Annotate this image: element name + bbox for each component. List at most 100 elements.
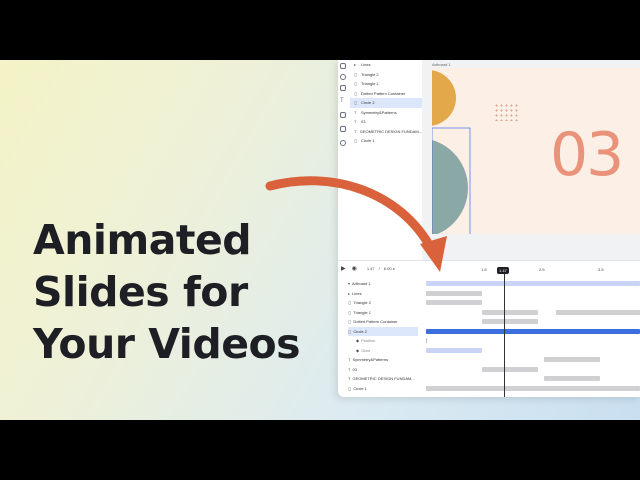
big-number-text[interactable]: 03	[550, 120, 624, 190]
timeline-row-label: ▸ Lines	[348, 289, 418, 299]
duration[interactable]: 6.00 s	[384, 266, 395, 271]
timeline-panel: ▶ ◉ 1.47 / 6.00 s 1.5 2.5 3.5 ▾ Artboard …	[338, 260, 640, 397]
select-tool-icon[interactable]	[340, 63, 346, 69]
artboard[interactable]: 03	[432, 68, 640, 234]
pen-tool-icon[interactable]	[340, 85, 346, 91]
layer-item[interactable]: ◻ Dotted Pattern Container	[350, 89, 422, 99]
current-time[interactable]: 1.47	[367, 266, 375, 271]
track-bar[interactable]	[426, 290, 482, 296]
timeline-row[interactable]: ◻ Circle 1	[338, 384, 640, 394]
shape-icon: ◻	[354, 100, 358, 106]
layer-item[interactable]: ▸ Lines	[350, 60, 422, 70]
timeline-row-label: ◆ Position	[356, 336, 426, 346]
track-bar[interactable]	[426, 281, 640, 286]
ruler-tick: 3.5	[598, 267, 604, 272]
track-bar[interactable]	[556, 309, 640, 315]
track-bar[interactable]	[426, 347, 482, 353]
timeline-row[interactable]: T 03	[338, 365, 640, 375]
layer-item-label: GEOMETRIC DESIGN FUNDAM...	[359, 128, 422, 134]
timeline-row-label: T Symmetry&Patterns	[348, 355, 418, 365]
track-bar[interactable]	[426, 385, 640, 391]
timeline-row-label: ◻ Circle 1	[348, 384, 418, 394]
timeline-row-text: Lines	[352, 290, 362, 296]
play-icon[interactable]: ▶	[341, 265, 346, 272]
timeline-row-label: ◻ Circle 2	[348, 326, 418, 336]
text-icon: T	[354, 119, 357, 125]
timeline-row-text: Circle 1	[353, 385, 367, 391]
shape-icon: ◻	[348, 328, 352, 334]
layer-list: ▸ Lines ◻ Triangle 2 ◻ Triangle 1 ◻ Dotted Patt…	[350, 60, 422, 146]
track-bar[interactable]	[544, 357, 600, 362]
image-tool-icon[interactable]	[340, 112, 346, 118]
timeline-row[interactable]: ▾ Artboard 1	[338, 279, 640, 289]
playhead-label: 1.47	[497, 267, 509, 274]
timeline-row-text: Glow	[361, 347, 371, 353]
shape-icon: ◻	[348, 309, 352, 315]
layer-item-label: 03	[361, 119, 366, 125]
shape-icon: ◻	[348, 385, 352, 391]
layer-item-label: Circle 2	[361, 100, 375, 106]
timeline-row-label: T 03	[348, 365, 418, 375]
record-icon[interactable]: ◉	[352, 265, 357, 272]
tool-rail: T	[338, 60, 348, 260]
shape-tool-icon[interactable]	[340, 74, 346, 80]
timeline-row-label: ◻ Triangle 1	[348, 308, 418, 318]
text-icon: T	[354, 109, 357, 115]
track-bar[interactable]	[426, 338, 427, 343]
track-bar[interactable]	[482, 309, 538, 315]
track-bar[interactable]	[544, 376, 600, 381]
layer-item[interactable]: ◻ Triangle 1	[350, 79, 422, 89]
artboard-label: Artboard 1	[432, 62, 451, 67]
group-icon: ▸	[354, 62, 357, 68]
timeline-row[interactable]: ◆ Glow	[338, 346, 640, 356]
layer-item[interactable]: T Symmetry&Patterns	[350, 108, 422, 118]
layer-item[interactable]: ◻ Circle 2	[350, 98, 422, 108]
layers-panel: ▸ Lines ◻ Triangle 2 ◻ Triangle 1 ◻ Dotted Patt…	[350, 60, 423, 260]
text-icon: T	[348, 366, 351, 372]
text-icon: T	[354, 128, 357, 134]
timeline-row-label: T GEOMETRIC DESIGN FUNDAM...	[348, 374, 418, 384]
comment-tool-icon[interactable]	[340, 140, 346, 146]
timeline-row[interactable]: ◻ Triangle 2	[338, 298, 640, 308]
timeline-rows: ▾ Artboard 1 ▸ Lines ◻ Triangle 2 ◻ Triangle 1 ◻…	[338, 279, 640, 393]
shape-icon: ◻	[354, 90, 358, 96]
layer-item[interactable]: T GEOMETRIC DESIGN FUNDAM...	[350, 127, 422, 137]
timeline-row[interactable]: T GEOMETRIC DESIGN FUNDAM...	[338, 374, 640, 384]
layer-item[interactable]: ◻ Triangle 2	[350, 70, 422, 80]
timeline-row-text: Circle 2	[353, 328, 367, 334]
timeline-row-text: Position	[361, 338, 376, 344]
ruler-tick: 2.5	[539, 267, 545, 272]
track-bar[interactable]	[482, 319, 538, 324]
track-bar[interactable]	[426, 328, 640, 334]
shape-icon: ◻	[354, 81, 358, 87]
circle-2-shape	[432, 140, 468, 234]
shape-icon: ◻	[354, 71, 358, 77]
ruler-tick: 1.5	[481, 267, 487, 272]
track-bar[interactable]	[426, 300, 482, 305]
text-icon: T	[348, 376, 351, 382]
timeline-row[interactable]: T Symmetry&Patterns	[338, 355, 640, 365]
text-tool-icon[interactable]: T	[340, 98, 346, 104]
board-icon: ▾	[348, 281, 351, 287]
timeline-row-label: ▾ Artboard 1	[348, 279, 418, 289]
timeline-row-text: Dotted Pattern Container	[353, 319, 398, 325]
dotted-pattern	[494, 103, 520, 121]
timeline-row[interactable]: ▸ Lines	[338, 289, 640, 299]
layer-item[interactable]: ◻ Circle 1	[350, 136, 422, 146]
layer-item-label: Circle 1	[361, 138, 375, 144]
layer-item-label: Lines	[361, 62, 371, 68]
timeline-row[interactable]: ◻ Triangle 1	[338, 308, 640, 318]
headline-line-1: Animated	[33, 216, 252, 264]
timeline-row[interactable]: ◻ Circle 2	[338, 326, 640, 336]
headline-line-3: Your Videos	[33, 320, 301, 368]
timeline-row[interactable]: ◆ Position	[338, 336, 640, 346]
playhead[interactable]	[504, 269, 505, 397]
shape-icon: ◻	[348, 319, 352, 325]
timeline-row[interactable]: ◻ Dotted Pattern Container	[338, 317, 640, 327]
frame-tool-icon[interactable]	[340, 126, 346, 132]
layer-item[interactable]: T 03	[350, 117, 422, 127]
layer-item-label: Dotted Pattern Container	[361, 90, 406, 96]
canvas-area: Artboard 1 03	[422, 60, 640, 260]
timeline-row-label: ◻ Dotted Pattern Container	[348, 317, 418, 327]
track-bar[interactable]	[482, 366, 538, 372]
